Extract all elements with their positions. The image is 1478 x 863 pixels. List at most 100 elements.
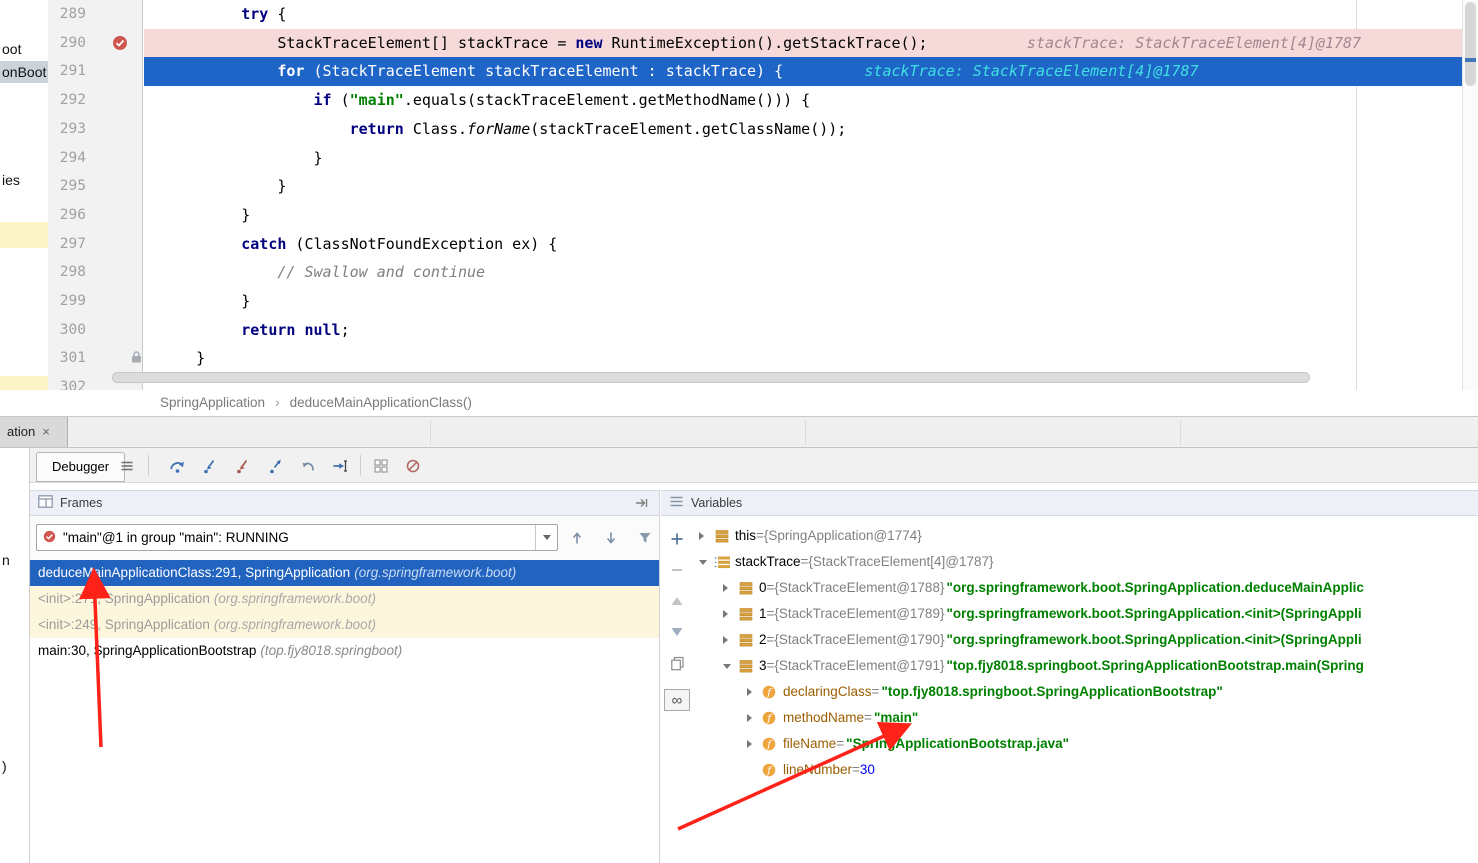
editor-vscrollbar[interactable]	[1462, 0, 1478, 390]
line-number-295[interactable]: 295	[48, 172, 86, 201]
editor-hscrollbar[interactable]	[112, 372, 1310, 383]
chevron-down-icon[interactable]	[535, 525, 557, 550]
code-line-300[interactable]: return null;	[144, 316, 1462, 345]
chevron-right-icon[interactable]	[747, 688, 762, 696]
hide-panel-icon[interactable]	[635, 497, 649, 512]
remove-icon[interactable]	[668, 561, 686, 579]
code-line-295[interactable]: }	[144, 172, 1462, 201]
clipped-tree-item[interactable]: onBoot	[0, 61, 48, 83]
variable-row-1[interactable]: 1 = {StackTraceElement@1789}"org.springf…	[693, 601, 1478, 627]
code-line-298[interactable]: // Swallow and continue	[144, 258, 1462, 287]
line-number-302[interactable]: 302	[48, 373, 86, 390]
line-number-294[interactable]: 294	[48, 144, 86, 173]
frame-row[interactable]: <init>:271, SpringApplication(org.spring…	[30, 586, 659, 612]
variable-name: stackTrace	[735, 549, 801, 575]
code-line-299[interactable]: }	[144, 287, 1462, 316]
lock-icon[interactable]	[130, 350, 143, 366]
variables-title: Variables	[691, 496, 742, 510]
variable-row-lineNumber[interactable]: flineNumber = 30	[693, 757, 1478, 783]
code-line-291[interactable]: for (StackTraceElement stackTraceElement…	[144, 57, 1462, 86]
line-number-301[interactable]: 301	[48, 344, 86, 373]
variable-row-stackTrace[interactable]: stackTrace = {StackTraceElement[4]@1787}	[693, 549, 1478, 575]
chevron-right-icon[interactable]	[699, 532, 714, 540]
breadcrumb-method[interactable]: deduceMainApplicationClass()	[290, 395, 472, 410]
code-line-294[interactable]: }	[144, 144, 1462, 173]
code-area[interactable]: try { StackTraceElement[] stackTrace = n…	[144, 0, 1462, 390]
mute-breakpoints-icon[interactable]	[402, 456, 424, 476]
line-number-291[interactable]: 291	[48, 57, 86, 86]
line-number-290[interactable]: 290	[48, 29, 86, 58]
editor-gutter[interactable]: 2892902912922932942952962972982993003013…	[48, 0, 143, 390]
force-step-into-icon[interactable]	[232, 456, 254, 476]
restore-layout-icon[interactable]	[116, 456, 138, 476]
chevron-down-icon[interactable]	[723, 664, 738, 669]
frame-row[interactable]: <init>:249, SpringApplication(org.spring…	[30, 612, 659, 638]
line-number-299[interactable]: 299	[48, 287, 86, 316]
variable-row-this[interactable]: this = {SpringApplication@1774}	[693, 523, 1478, 549]
chevron-right-icon[interactable]	[723, 636, 738, 644]
step-into-icon[interactable]	[199, 456, 221, 476]
show-values-inline-toggle[interactable]: ∞	[664, 689, 690, 711]
add-icon[interactable]	[668, 530, 686, 548]
variable-number-value: 30	[860, 757, 875, 783]
prev-frame-icon[interactable]	[567, 529, 587, 547]
line-number-296[interactable]: 296	[48, 201, 86, 230]
code-line-292[interactable]: if ("main".equals(stackTraceElement.getM…	[144, 86, 1462, 115]
tab-debugger[interactable]: Debugger	[36, 452, 125, 482]
code-line-293[interactable]: return Class.forName(stackTraceElement.g…	[144, 115, 1462, 144]
variable-name: 2	[759, 627, 767, 653]
variable-row-0[interactable]: 0 = {StackTraceElement@1788}"org.springf…	[693, 575, 1478, 601]
frames-panel: Frames "main"@1 in group "main": RUNNING…	[30, 490, 660, 863]
variable-string-value: "org.springframework.boot.SpringApplicat…	[946, 575, 1363, 601]
field-icon: f	[762, 737, 783, 751]
line-number-293[interactable]: 293	[48, 115, 86, 144]
filter-icon[interactable]	[635, 529, 655, 547]
frame-row[interactable]: main:30, SpringApplicationBootstrap(top.…	[30, 638, 659, 664]
thread-selector[interactable]: "main"@1 in group "main": RUNNING	[36, 524, 558, 551]
code-line-289[interactable]: try {	[144, 0, 1462, 29]
code-line-296[interactable]: }	[144, 201, 1462, 230]
line-number-297[interactable]: 297	[48, 230, 86, 259]
variable-row-2[interactable]: 2 = {StackTraceElement@1790}"org.springf…	[693, 627, 1478, 653]
drop-frame-icon[interactable]	[297, 456, 319, 476]
variable-row-methodName[interactable]: fmethodName = "main"	[693, 705, 1478, 731]
close-icon[interactable]: ×	[42, 424, 50, 439]
step-over-icon[interactable]	[166, 456, 188, 476]
duplicate-icon[interactable]	[668, 654, 686, 672]
view-breakpoints-icon[interactable]	[370, 456, 392, 476]
tab-partial[interactable]: ation×	[0, 417, 68, 447]
run-to-cursor-icon[interactable]	[329, 456, 351, 476]
variable-row-3[interactable]: 3 = {StackTraceElement@1791}"top.fjy8018…	[693, 653, 1478, 679]
variable-row-declaringClass[interactable]: fdeclaringClass = "top.fjy8018.springboo…	[693, 679, 1478, 705]
move-up-icon[interactable]	[668, 592, 686, 610]
frames-title: Frames	[60, 496, 102, 510]
chevron-right-icon[interactable]	[747, 740, 762, 748]
variable-ref: {StackTraceElement@1788}	[774, 575, 944, 601]
thread-selector-row: "main"@1 in group "main": RUNNING	[30, 516, 659, 560]
line-number-289[interactable]: 289	[48, 0, 86, 29]
chevron-down-icon[interactable]	[699, 560, 714, 565]
breadcrumb-class[interactable]: SpringApplication	[160, 395, 265, 410]
line-number-298[interactable]: 298	[48, 258, 86, 287]
breadcrumb-separator-icon: ›	[265, 395, 290, 410]
breakpoint-icon[interactable]	[112, 35, 128, 51]
variable-ref: {StackTraceElement[4]@1787}	[808, 549, 993, 575]
step-out-icon[interactable]	[265, 456, 287, 476]
code-line-297[interactable]: catch (ClassNotFoundException ex) {	[144, 230, 1462, 259]
chevron-right-icon[interactable]	[747, 714, 762, 722]
code-line-301[interactable]: }	[144, 344, 1462, 373]
code-line-290[interactable]: StackTraceElement[] stackTrace = new Run…	[144, 29, 1462, 58]
line-number-292[interactable]: 292	[48, 86, 86, 115]
line-number-300[interactable]: 300	[48, 316, 86, 345]
variable-name: methodName	[783, 705, 864, 731]
variable-name: 3	[759, 653, 767, 679]
chevron-right-icon[interactable]	[723, 610, 738, 618]
move-down-icon[interactable]	[668, 623, 686, 641]
clipped-tree-item[interactable]: oot	[0, 38, 21, 60]
clipped-tree-item[interactable]: ies	[0, 169, 20, 191]
scrollbar-thumb[interactable]	[1465, 2, 1476, 86]
frame-row[interactable]: deduceMainApplicationClass:291, SpringAp…	[30, 560, 659, 586]
chevron-right-icon[interactable]	[723, 584, 738, 592]
variable-row-fileName[interactable]: ffileName = "SpringApplicationBootstrap.…	[693, 731, 1478, 757]
next-frame-icon[interactable]	[601, 529, 621, 547]
